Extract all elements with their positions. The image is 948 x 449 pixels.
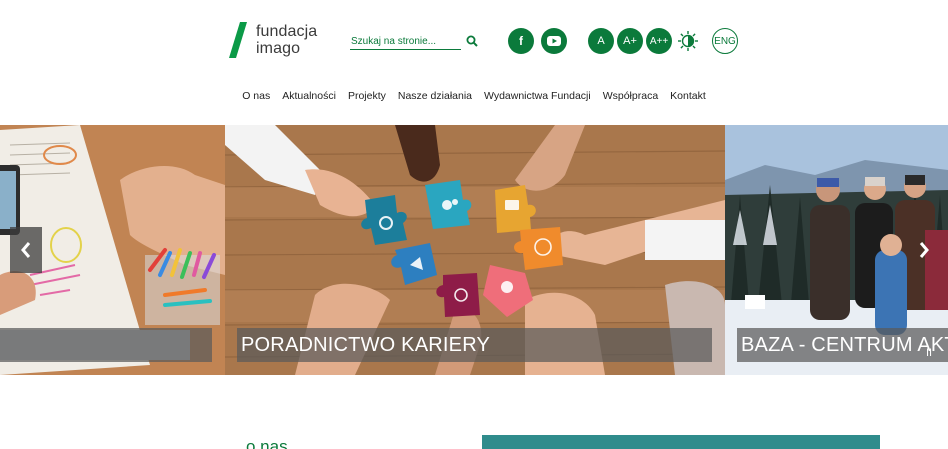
font-size-large-label: A+ [623, 35, 637, 47]
slide-current[interactable]: PORADNICTWO KARIERY [225, 125, 725, 375]
logo-text: fundacja imago [256, 23, 317, 57]
slide-next-caption: BAZA - CENTRUM AKTYWNOŚCI [737, 328, 948, 362]
language-switch-button[interactable]: ENG [712, 28, 738, 54]
slider-next-button[interactable] [908, 227, 940, 273]
nav-item-nasze-dzialania[interactable]: Nasze działania [398, 90, 472, 104]
search-icon[interactable] [466, 35, 478, 47]
nav-item-wspolpraca[interactable]: Współpraca [603, 90, 658, 104]
search-input[interactable] [350, 33, 461, 50]
chevron-right-icon [919, 242, 929, 258]
main-nav: O nas Aktualności Projekty Nasze działan… [0, 90, 948, 104]
font-size-larger-button[interactable]: A++ [646, 28, 672, 54]
search-form [350, 33, 480, 51]
nav-item-wydawnictwa[interactable]: Wydawnictwa Fundacji [484, 90, 591, 104]
language-label: ENG [714, 35, 736, 47]
font-size-large-button[interactable]: A+ [617, 28, 643, 54]
logo-slash-icon [229, 22, 247, 58]
font-size-larger-label: A++ [649, 35, 669, 47]
slide-previous-caption [0, 328, 212, 362]
about-section-title: o nas [246, 437, 288, 449]
facebook-button[interactable]: f [508, 28, 534, 54]
youtube-button[interactable] [541, 28, 567, 54]
logo-line-2: imago [256, 40, 301, 57]
nav-item-aktualnosci[interactable]: Aktualności [282, 90, 336, 104]
logo-line-1: fundacja [256, 23, 318, 40]
facebook-icon: f [519, 34, 523, 48]
nav-item-projekty[interactable]: Projekty [348, 90, 386, 104]
site-logo[interactable]: fundacja imago [228, 22, 328, 58]
pause-icon: II [925, 347, 933, 359]
about-section-image [482, 435, 880, 449]
image-slider: PORADNICTWO KARIERY BAZA - CENTRUM AK II [0, 125, 948, 375]
slider-prev-button[interactable] [10, 227, 42, 273]
nav-item-kontakt[interactable]: Kontakt [670, 90, 706, 104]
contrast-icon[interactable] [677, 30, 699, 52]
slider-pause-button[interactable]: II [919, 343, 939, 363]
nav-item-o-nas[interactable]: O nas [242, 90, 270, 104]
font-size-normal-button[interactable]: A [588, 28, 614, 54]
youtube-icon [547, 36, 561, 46]
slide-current-caption: PORADNICTWO KARIERY [237, 328, 712, 362]
font-size-normal-label: A [597, 35, 605, 47]
chevron-left-icon [21, 242, 31, 258]
